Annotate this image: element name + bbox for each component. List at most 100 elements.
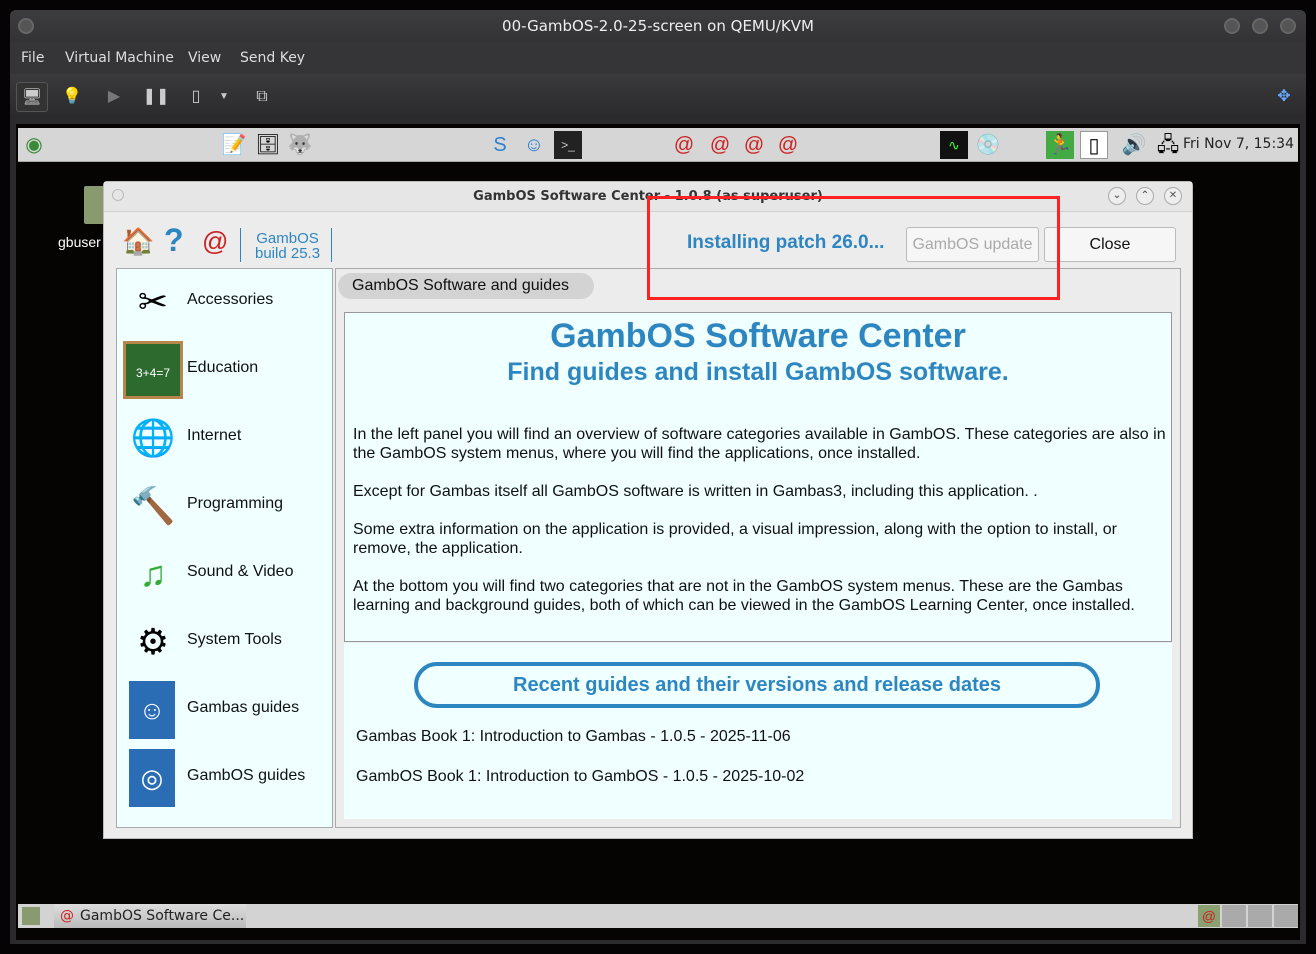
intro-paragraph: Some extra information on the applicatio… [353, 521, 1117, 557]
shutdown-menu-chevron-icon[interactable]: ▼ [214, 82, 234, 112]
minimize-button[interactable]: ⌄ [1108, 187, 1126, 205]
category-label: Gambas guides [187, 699, 300, 716]
gambos-software-icon[interactable]: @ [740, 131, 768, 159]
shutdown-icon[interactable]: ▯ [180, 82, 212, 112]
menu-virtual-machine[interactable]: Virtual Machine [65, 50, 174, 66]
category-system-tools[interactable]: ⚙ System Tools [121, 611, 329, 673]
file-cabinet-icon[interactable]: 🗄 [254, 131, 282, 159]
text-editor-icon[interactable]: 📝 [220, 131, 248, 159]
fullscreen-icon[interactable]: ✥ [1268, 82, 1300, 112]
switch-icon[interactable]: ▯ [1080, 131, 1108, 159]
hammer-notebook-icon: 🔨 [130, 485, 176, 526]
intro-paragraph: At the bottom you will find two categori… [353, 578, 1135, 614]
category-panel: ✂ Accessories 3+4=7 Education 🌐 Internet 🔨 P… [116, 268, 333, 828]
gambos-learning-icon[interactable]: @ [706, 131, 734, 159]
vm-title-bar: 00-GambOS-2.0-25-screen on QEMU/KVM [10, 10, 1306, 42]
gambos-launcher-icon[interactable]: @ [670, 131, 698, 159]
category-internet[interactable]: 🌐 Internet [121, 407, 329, 469]
gambas-icon[interactable]: ☺ [520, 131, 548, 159]
category-label: System Tools [187, 631, 282, 648]
tab-software-and-guides[interactable]: GambOS Software and guides [338, 273, 594, 299]
category-label: Accessories [187, 291, 274, 308]
recent-guides-heading: Recent guides and their versions and rel… [414, 662, 1100, 708]
pause-icon[interactable]: ❚❚ [140, 82, 172, 112]
workspace-4[interactable] [1274, 905, 1298, 927]
globe-icon: 🌐 [130, 417, 176, 458]
snapshots-icon[interactable]: ⧉ [246, 82, 278, 112]
details-lightbulb-icon[interactable]: 💡 [56, 82, 88, 112]
separator [240, 228, 241, 262]
desktop-icon-label[interactable]: gbuser [58, 234, 101, 250]
close-button[interactable]: Close [1044, 227, 1176, 262]
gimp-icon[interactable]: 🐺 [286, 131, 314, 159]
system-monitor-icon[interactable]: ∿ [940, 131, 968, 159]
category-label: GambOS guides [187, 767, 306, 784]
category-gambos-guides[interactable]: ◎ GambOS guides [121, 747, 329, 809]
separator [331, 228, 332, 262]
gambos-install-icon[interactable]: @ [202, 226, 228, 257]
workspace-1[interactable]: @ [1198, 905, 1220, 927]
intro-paragraph: In the left panel you will find an overv… [353, 426, 1166, 462]
build-line1: GambOS [256, 230, 319, 247]
taskbar-item-software-center[interactable]: @ GambOS Software Ce... [54, 904, 246, 928]
maximize-button[interactable]: ⌃ [1136, 187, 1154, 205]
task-label: GambOS Software Ce... [80, 908, 245, 924]
clock[interactable]: Fri Nov 7, 15:34 [1183, 136, 1294, 152]
network-icon[interactable]: 🖧 [1154, 131, 1182, 159]
vm-menubar: File Virtual Machine View Send Key [10, 42, 1306, 74]
gambos-guides-icon[interactable]: @ [774, 131, 802, 159]
category-label: Sound & Video [187, 563, 294, 580]
package-icon[interactable]: 💿 [974, 131, 1002, 159]
monitor-gear-icon: ⚙ [136, 621, 170, 662]
guest-taskbar: @ GambOS Software Ce... @ [18, 904, 1298, 928]
maximize-button[interactable] [1252, 18, 1268, 34]
highlight-annotation [647, 196, 1060, 300]
help-icon[interactable]: ? [164, 222, 184, 259]
menu-send-key[interactable]: Send Key [240, 50, 305, 66]
main-panel: GambOS Software and guides GambOS Softwa… [335, 268, 1181, 828]
run-icon[interactable]: ▶ [98, 82, 130, 112]
intro-box: GambOS Software Center Find guides and i… [344, 312, 1172, 642]
console-icon[interactable]: 🖥 [16, 82, 48, 112]
recent-guides-section: Recent guides and their versions and rel… [344, 643, 1172, 819]
book-icon: ☺ [129, 681, 175, 739]
terminal-icon[interactable]: >_ [554, 131, 582, 159]
music-film-icon: ♫ [139, 553, 167, 594]
intro-paragraph: Except for Gambas itself all GambOS soft… [353, 483, 1038, 500]
close-window-button[interactable]: ✕ [1164, 187, 1182, 205]
close-button[interactable] [1280, 18, 1296, 34]
category-label: Programming [187, 495, 284, 512]
guide-entry: Gambas Book 1: Introduction to Gambas - … [356, 728, 791, 745]
category-education[interactable]: 3+4=7 Education [121, 339, 329, 401]
show-desktop-icon[interactable] [22, 907, 40, 925]
vm-toolbar: 🖥 💡 ▶ ❚❚ ▯ ▼ ⧉ ✥ [10, 74, 1306, 118]
category-label: Education [187, 359, 259, 376]
menu-view[interactable]: View [188, 50, 221, 66]
workspace-2[interactable] [1222, 905, 1246, 927]
category-programming[interactable]: 🔨 Programming [121, 475, 329, 537]
workspace-3[interactable] [1248, 905, 1272, 927]
page-subtitle: Find guides and install GambOS software. [507, 358, 1009, 386]
chalkboard-icon: 3+4=7 [123, 341, 183, 399]
menu-file[interactable]: File [21, 50, 44, 66]
scissors-ruler-icon: ✂ [137, 281, 169, 322]
page-title: GambOS Software Center [550, 317, 966, 355]
category-label: Internet [187, 427, 242, 444]
minimize-button[interactable] [1224, 18, 1240, 34]
logout-icon[interactable]: 🏃 [1046, 131, 1074, 159]
home-icon[interactable]: 🏠 [122, 226, 154, 257]
window-menu-button[interactable] [112, 189, 124, 201]
gambos-icon: @ [60, 908, 74, 924]
main-menu-icon[interactable]: ◉ [20, 131, 48, 159]
vm-title: 00-GambOS-2.0-25-screen on QEMU/KVM [502, 17, 814, 35]
volume-icon[interactable]: 🔊 [1120, 131, 1148, 159]
book-icon: ◎ [129, 749, 175, 807]
category-gambas-guides[interactable]: ☺ Gambas guides [121, 679, 329, 741]
window-menu-button[interactable] [18, 18, 34, 34]
guide-entry: GambOS Book 1: Introduction to GambOS - … [356, 768, 805, 785]
app-launcher-icon[interactable]: S [486, 131, 514, 159]
category-accessories[interactable]: ✂ Accessories [121, 271, 329, 333]
build-line2: build 25.3 [255, 245, 321, 262]
build-info: GambOS build 25.3 [255, 231, 320, 261]
category-sound-video[interactable]: ♫ Sound & Video [121, 543, 329, 605]
